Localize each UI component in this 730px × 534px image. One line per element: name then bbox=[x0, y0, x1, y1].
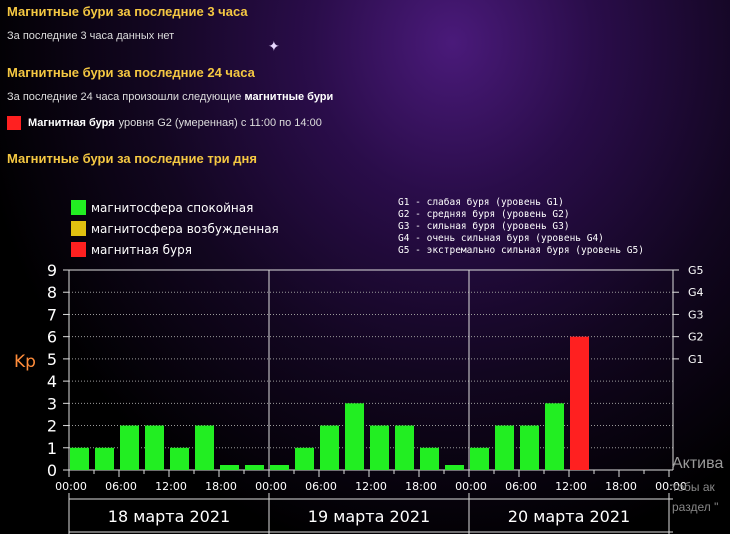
x-tick-label: 12:00 bbox=[355, 480, 387, 493]
y-tick-label: 8 bbox=[47, 283, 57, 302]
y-tick-label: 9 bbox=[47, 261, 57, 280]
x-tick-label: 18:00 bbox=[205, 480, 237, 493]
watermark-line-1: Актива bbox=[672, 455, 724, 472]
bar bbox=[445, 465, 464, 470]
kp-chart: 0 1 2 3 4 5 6 7 8 9 Kp G1 G2 G3 G4 G5 00:00 06:00 12:00 18:… bbox=[14, 261, 704, 534]
bar bbox=[570, 336, 589, 470]
watermark-line-3: раздел " bbox=[672, 500, 719, 514]
y-tick-label: 4 bbox=[47, 372, 57, 391]
bar bbox=[395, 425, 414, 470]
bar bbox=[420, 447, 439, 470]
g-tick-label: G1 bbox=[688, 353, 704, 366]
bar bbox=[245, 465, 264, 470]
bar bbox=[345, 403, 364, 470]
bar bbox=[195, 425, 214, 470]
y-tick-label: 7 bbox=[47, 305, 57, 324]
bar bbox=[95, 447, 114, 470]
y-tick-label: 1 bbox=[47, 439, 57, 458]
bar bbox=[170, 447, 189, 470]
x-tick-label: 12:00 bbox=[555, 480, 587, 493]
y-axis-label: Kp bbox=[14, 352, 36, 372]
g-tick-label: G2 bbox=[688, 331, 704, 344]
x-tick-label: 12:00 bbox=[155, 480, 187, 493]
watermark-line-2: тобы ак bbox=[672, 480, 715, 494]
g-tick-label: G4 bbox=[688, 286, 704, 299]
x-tick-label: 00:00 bbox=[55, 480, 87, 493]
bar bbox=[520, 425, 539, 470]
bar bbox=[470, 447, 489, 470]
bar bbox=[545, 403, 564, 470]
x-tick-label: 06:00 bbox=[505, 480, 537, 493]
y-tick-label: 0 bbox=[47, 461, 57, 480]
bar bbox=[220, 465, 239, 470]
bar bbox=[320, 425, 339, 470]
x-tick-label: 18:00 bbox=[405, 480, 437, 493]
x-tick-label: 18:00 bbox=[605, 480, 637, 493]
bar bbox=[70, 447, 89, 470]
y-tick-label: 3 bbox=[47, 394, 57, 413]
g-tick-label: G5 bbox=[688, 264, 704, 277]
g-tick-label: G3 bbox=[688, 308, 704, 321]
bar bbox=[370, 425, 389, 470]
day-label: 19 марта 2021 bbox=[308, 507, 430, 526]
day-label: 20 марта 2021 bbox=[508, 507, 630, 526]
y-tick-label: 6 bbox=[47, 328, 57, 347]
bar bbox=[270, 465, 289, 470]
bar bbox=[145, 425, 164, 470]
day-label: 18 марта 2021 bbox=[108, 507, 230, 526]
bar bbox=[495, 425, 514, 470]
bar bbox=[120, 425, 139, 470]
bar bbox=[295, 447, 314, 470]
x-tick-label: 00:00 bbox=[255, 480, 287, 493]
x-tick-label: 00:00 bbox=[455, 480, 487, 493]
x-tick-label: 06:00 bbox=[105, 480, 137, 493]
x-tick-label: 06:00 bbox=[305, 480, 337, 493]
y-tick-label: 5 bbox=[47, 350, 57, 369]
y-tick-label: 2 bbox=[47, 417, 57, 436]
